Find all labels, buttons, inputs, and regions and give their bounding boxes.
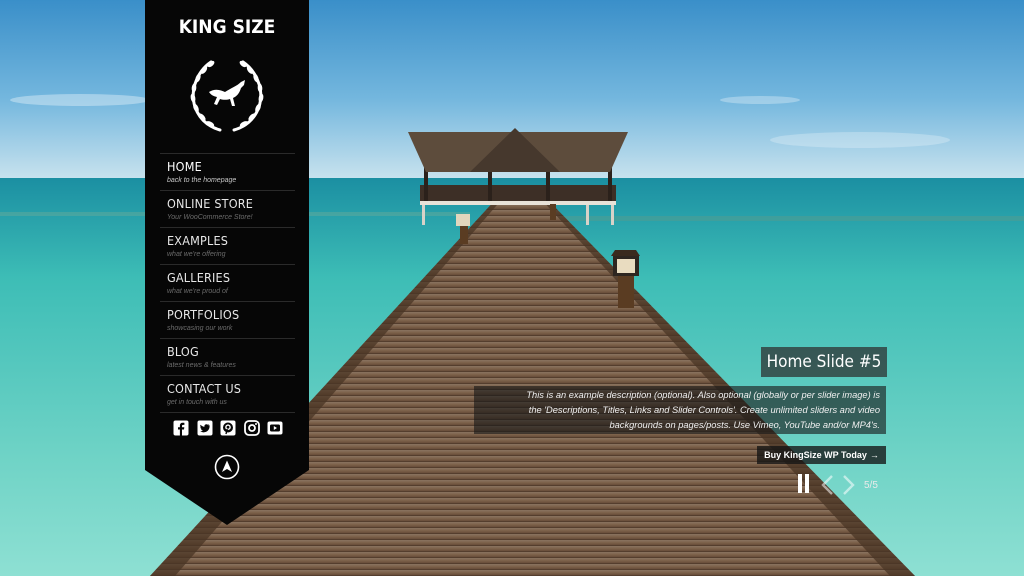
pause-icon xyxy=(798,474,802,493)
menu-item-subtitle: what we're proud of xyxy=(167,288,228,295)
youtube-icon[interactable] xyxy=(267,420,283,436)
menu-item-home[interactable]: HOME back to the homepage xyxy=(160,153,295,190)
previous-slide-chevron-icon[interactable] xyxy=(818,474,836,496)
menu-item-label: GALLERIES xyxy=(167,270,231,285)
menu-item-subtitle: Your WooCommerce Store! xyxy=(167,214,253,221)
menu-item-subtitle: latest news & features xyxy=(167,362,236,369)
arrow-right-icon: → xyxy=(869,450,879,460)
menu-item-label: CONTACT US xyxy=(167,381,242,396)
menu-item-label: ONLINE STORE xyxy=(167,196,254,211)
menu-item-subtitle: showcasing our work xyxy=(167,325,233,332)
pinterest-icon[interactable] xyxy=(220,420,236,436)
menu-item-subtitle: back to the homepage xyxy=(167,177,237,184)
buy-kingsize-label: Buy KingSize WP Today xyxy=(764,450,867,460)
instagram-icon[interactable] xyxy=(243,420,260,436)
collapse-menu-arrow-icon[interactable] xyxy=(214,454,240,480)
menu-item-subtitle: what we're offering xyxy=(167,251,226,258)
menu-item-online-store[interactable]: ONLINE STORE Your WooCommerce Store! xyxy=(160,190,295,227)
menu-item-blog[interactable]: BLOG latest news & features xyxy=(160,338,295,375)
buy-kingsize-link[interactable]: Buy KingSize WP Today → xyxy=(757,446,886,464)
site-title[interactable]: KING SIZE xyxy=(145,16,309,38)
facebook-icon[interactable] xyxy=(173,420,189,436)
menu-item-label: HOME xyxy=(167,159,202,174)
menu-item-contact-us[interactable]: CONTACT US get in touch with us xyxy=(160,375,295,413)
twitter-icon[interactable] xyxy=(197,420,213,436)
menu-item-label: BLOG xyxy=(167,344,199,359)
side-navigation-panel: KING SIZE HOME back to the homepage ONLI… xyxy=(145,0,309,525)
pause-icon xyxy=(805,474,809,493)
slide-title: Home Slide #5 xyxy=(761,347,887,377)
pause-button[interactable] xyxy=(798,474,810,494)
slide-description: This is an example description (optional… xyxy=(474,386,886,434)
menu-item-label: EXAMPLES xyxy=(167,233,229,248)
laurel-logo-icon[interactable] xyxy=(187,58,267,136)
menu-item-portfolios[interactable]: PORTFOLIOS showcasing our work xyxy=(160,301,295,338)
slide-counter: 5/5 xyxy=(864,480,878,491)
slide-description-line: This is an example description (optional… xyxy=(526,390,880,400)
slide-description-line: backgrounds on pages/posts. Use Vimeo, Y… xyxy=(609,420,880,430)
menu-item-label: PORTFOLIOS xyxy=(167,307,240,322)
main-menu: HOME back to the homepage ONLINE STORE Y… xyxy=(160,153,295,413)
social-links xyxy=(173,420,283,436)
menu-item-subtitle: get in touch with us xyxy=(167,399,227,406)
menu-item-examples[interactable]: EXAMPLES what we're offering xyxy=(160,227,295,264)
next-slide-chevron-icon[interactable] xyxy=(840,474,858,496)
slide-description-line: the 'Descriptions, Titles, Links and Sli… xyxy=(528,405,880,415)
menu-item-galleries[interactable]: GALLERIES what we're proud of xyxy=(160,264,295,301)
